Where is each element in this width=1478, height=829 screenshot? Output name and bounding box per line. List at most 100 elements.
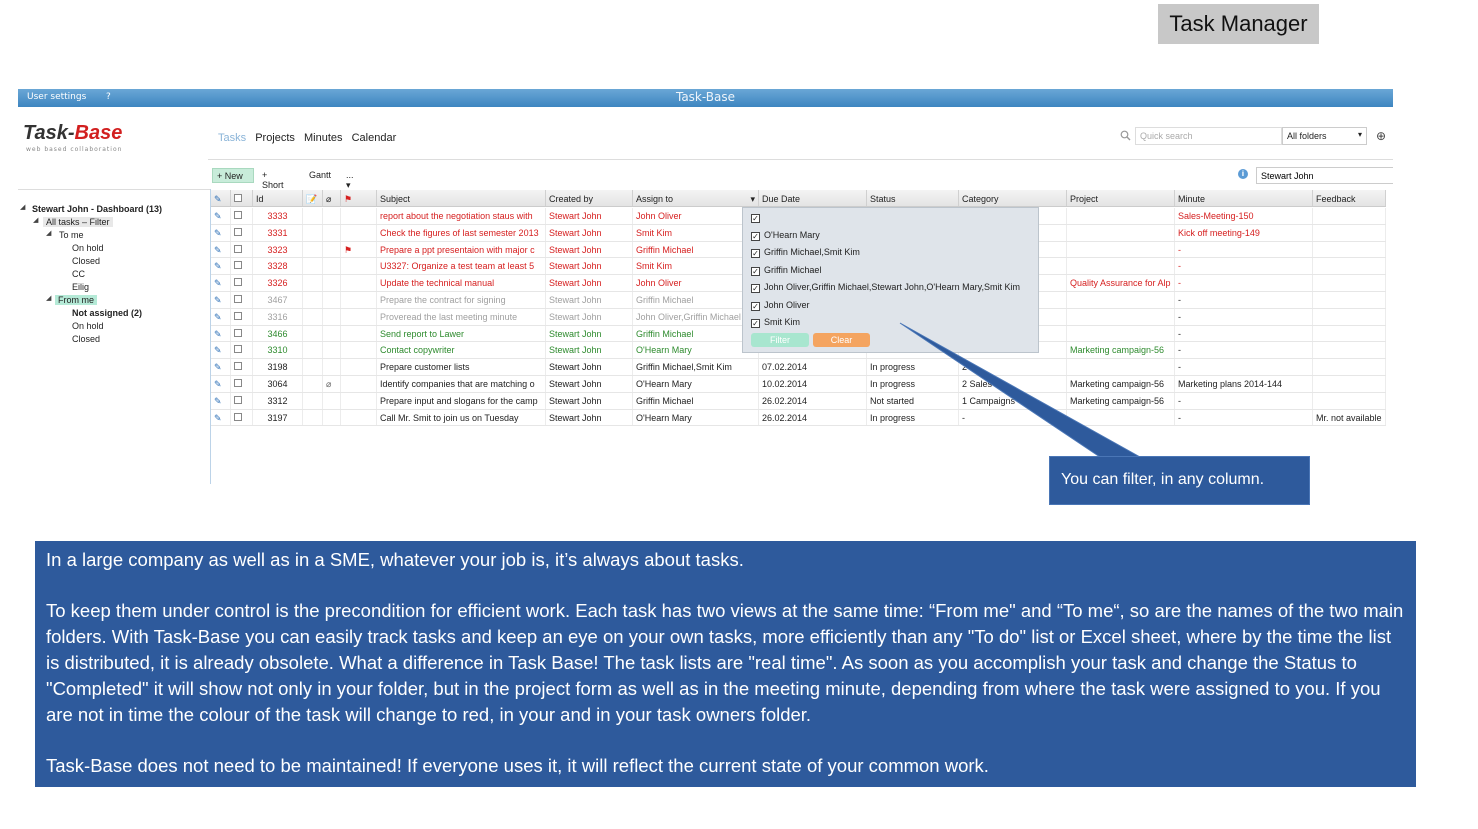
- row-checkbox[interactable]: [231, 224, 253, 241]
- edit-pencil-icon[interactable]: ✎: [211, 392, 231, 409]
- filter-option[interactable]: ✓ John Oliver,Griffin Michael,Stewart Joh…: [751, 282, 1020, 293]
- folder-select[interactable]: All folders ▾: [1282, 127, 1367, 145]
- nav-calendar[interactable]: Calendar: [352, 132, 397, 144]
- edit-pencil-icon[interactable]: ✎: [211, 325, 231, 342]
- tree-item[interactable]: Closed: [72, 334, 100, 344]
- gantt-button[interactable]: Gantt: [309, 170, 331, 180]
- checkbox-checked-icon[interactable]: ✓: [751, 214, 760, 223]
- info-icon[interactable]: i: [1238, 169, 1248, 179]
- expand-icon[interactable]: ◢: [46, 294, 51, 302]
- cell-assign: Griffin Michael: [633, 241, 759, 258]
- row-checkbox[interactable]: [231, 308, 253, 325]
- edit-pencil-icon[interactable]: ✎: [211, 241, 231, 258]
- cell-feedback: [1313, 392, 1386, 409]
- short-button[interactable]: + Short: [262, 170, 284, 190]
- cell-created: Stewart John: [546, 241, 633, 258]
- row-checkbox[interactable]: [231, 241, 253, 258]
- nav-projects[interactable]: Projects: [255, 132, 295, 144]
- edit-pencil-icon[interactable]: ✎: [211, 342, 231, 359]
- filter-option[interactable]: ✓ Griffin Michael: [751, 265, 821, 276]
- row-checkbox[interactable]: [231, 325, 253, 342]
- edit-pencil-icon[interactable]: ✎: [211, 359, 231, 375]
- new-button[interactable]: + New: [212, 168, 254, 183]
- col-header-created-by[interactable]: Created by: [546, 190, 633, 206]
- col-header-status[interactable]: Status: [867, 190, 959, 206]
- edit-pencil-icon[interactable]: ✎: [211, 409, 231, 426]
- row-checkbox[interactable]: [231, 409, 253, 426]
- col-header-assign-to[interactable]: Assign to ▾: [633, 190, 759, 206]
- col-header-id[interactable]: Id: [253, 190, 303, 206]
- quick-search-input[interactable]: Quick search: [1135, 127, 1282, 145]
- edit-pencil-icon[interactable]: ✎: [211, 376, 231, 392]
- filter-option[interactable]: ✓: [751, 212, 764, 223]
- cell-id: 3466: [253, 325, 303, 342]
- checkbox-checked-icon[interactable]: ✓: [751, 301, 760, 311]
- cell-subject: Contact copywriter: [377, 342, 546, 359]
- add-icon[interactable]: ⊕: [1376, 129, 1386, 143]
- edit-pencil-icon[interactable]: ✎: [211, 258, 231, 275]
- row-checkbox[interactable]: [231, 342, 253, 359]
- tree-item[interactable]: CC: [72, 269, 85, 279]
- tree-item[interactable]: On hold: [72, 321, 104, 331]
- expand-icon[interactable]: ◢: [20, 203, 25, 211]
- row-checkbox[interactable]: [231, 392, 253, 409]
- expand-icon[interactable]: ◢: [33, 216, 38, 224]
- cell-project: Quality Assurance for Alp: [1067, 275, 1175, 291]
- table-row[interactable]: ✎ 3198 Prepare customer lists Stewart John G…: [211, 359, 1386, 376]
- row-checkbox[interactable]: [231, 359, 253, 375]
- search-icon[interactable]: [1120, 130, 1131, 141]
- edit-pencil-icon[interactable]: ✎: [211, 275, 231, 291]
- tree-item[interactable]: Eilig: [72, 282, 89, 292]
- row-checkbox[interactable]: [231, 292, 253, 308]
- cell-category: 2 Sales: [959, 376, 1067, 392]
- flag-icon[interactable]: ⚑: [341, 190, 377, 206]
- cell-id: 3326: [253, 275, 303, 291]
- select-all-checkbox[interactable]: [231, 190, 253, 206]
- tree-all-tasks[interactable]: All tasks – Filter: [43, 217, 113, 227]
- clear-button[interactable]: Clear: [813, 333, 870, 347]
- table-row[interactable]: ✎ 3064 ⌀ Identify companies that are matchi…: [211, 376, 1386, 393]
- row-checkbox[interactable]: [231, 275, 253, 291]
- checkbox-checked-icon[interactable]: ✓: [751, 284, 760, 293]
- filter-option[interactable]: ✓ Smit Kim: [751, 317, 800, 328]
- nav-minutes[interactable]: Minutes: [304, 132, 343, 144]
- edit-pencil-icon[interactable]: ✎: [211, 224, 231, 241]
- cell-assign: John Oliver: [633, 208, 759, 224]
- note-icon[interactable]: 📝: [303, 190, 323, 206]
- row-checkbox[interactable]: [231, 376, 253, 392]
- checkbox-checked-icon[interactable]: ✓: [751, 231, 760, 241]
- col-header-category[interactable]: Category: [959, 190, 1067, 206]
- tree-item[interactable]: On hold: [72, 243, 104, 253]
- filter-dropdown-icon[interactable]: ▾: [750, 194, 755, 205]
- checkbox-checked-icon[interactable]: ✓: [751, 249, 760, 258]
- tree-root[interactable]: Stewart John - Dashboard (13): [32, 204, 162, 214]
- edit-pencil-icon[interactable]: ✎: [211, 308, 231, 325]
- tree-to-me[interactable]: To me: [59, 230, 84, 240]
- table-row[interactable]: ✎ 3312 Prepare input and slogans for the c…: [211, 392, 1386, 410]
- cell-due: 26.02.2014: [759, 392, 867, 409]
- row-checkbox[interactable]: [231, 208, 253, 224]
- col-header-project[interactable]: Project: [1067, 190, 1175, 206]
- col-header-subject[interactable]: Subject: [377, 190, 546, 206]
- col-header-feedback[interactable]: Feedback: [1313, 190, 1386, 206]
- col-header-due-date[interactable]: Due Date: [759, 190, 867, 206]
- more-button[interactable]: ... ▾: [346, 170, 354, 191]
- table-row[interactable]: ✎ 3197 Call Mr. Smit to join us on Tuesday…: [211, 409, 1386, 427]
- checkbox-checked-icon[interactable]: ✓: [751, 266, 760, 276]
- checkbox-checked-icon[interactable]: ✓: [751, 319, 760, 328]
- tree-from-me[interactable]: From me: [55, 295, 97, 305]
- edit-pencil-icon[interactable]: ✎: [211, 208, 231, 224]
- expand-icon[interactable]: ◢: [46, 229, 51, 237]
- user-select[interactable]: Stewart John: [1256, 167, 1393, 184]
- edit-pencil-icon[interactable]: ✎: [211, 292, 231, 308]
- filter-option[interactable]: ✓ O'Hearn Mary: [751, 230, 820, 241]
- filter-option[interactable]: ✓ John Oliver: [751, 300, 810, 311]
- filter-button[interactable]: Filter: [751, 333, 809, 347]
- nav-tasks[interactable]: Tasks: [218, 132, 246, 144]
- filter-option[interactable]: ✓ Griffin Michael,Smit Kim: [751, 247, 860, 258]
- tree-not-assigned[interactable]: Not assigned (2): [72, 308, 142, 318]
- col-header-minute[interactable]: Minute: [1175, 190, 1313, 206]
- row-checkbox[interactable]: [231, 258, 253, 275]
- tree-item[interactable]: Closed: [72, 256, 100, 266]
- attachment-icon[interactable]: ⌀: [323, 190, 341, 206]
